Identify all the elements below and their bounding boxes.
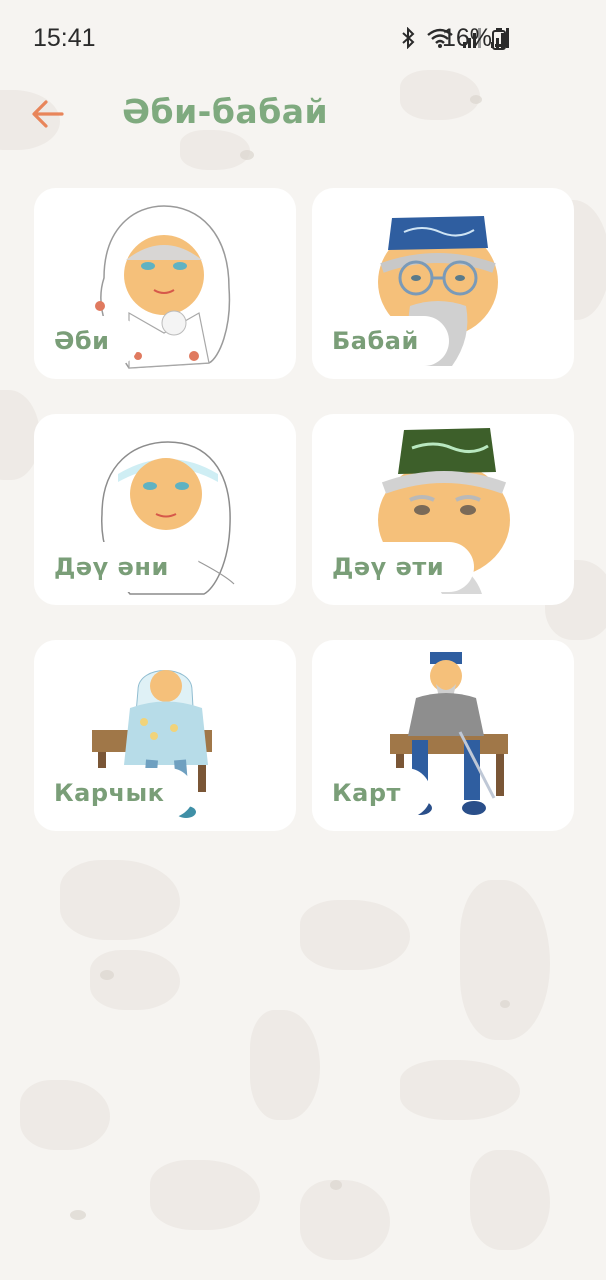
card-dau-ati[interactable]: Дәү әти — [312, 414, 574, 605]
card-abi[interactable]: Әби — [34, 188, 296, 379]
back-button[interactable] — [30, 96, 66, 132]
bluetooth-icon — [400, 26, 418, 53]
card-label: Дәү әти — [312, 542, 475, 592]
card-label: Карчык — [34, 768, 195, 818]
arrow-left-icon — [30, 100, 66, 136]
card-label: Карт — [312, 768, 431, 818]
card-babai[interactable]: Бабай — [312, 188, 574, 379]
app-header: Әби-бабай — [0, 88, 606, 144]
card-label: Бабай — [312, 316, 449, 366]
card-kart[interactable]: Карт — [312, 640, 574, 831]
status-time: 15:41 — [33, 24, 96, 52]
battery-percentage: 16% — [442, 24, 493, 52]
card-karchyk[interactable]: Карчык — [34, 640, 296, 831]
page-title: Әби-бабай — [122, 92, 329, 131]
card-label: Дәү әни — [34, 542, 199, 592]
card-label: Әби — [34, 316, 140, 366]
card-dau-ani[interactable]: Дәү әни — [34, 414, 296, 605]
battery-icon — [492, 28, 506, 54]
status-bar: 15:41 16% — [0, 0, 606, 80]
